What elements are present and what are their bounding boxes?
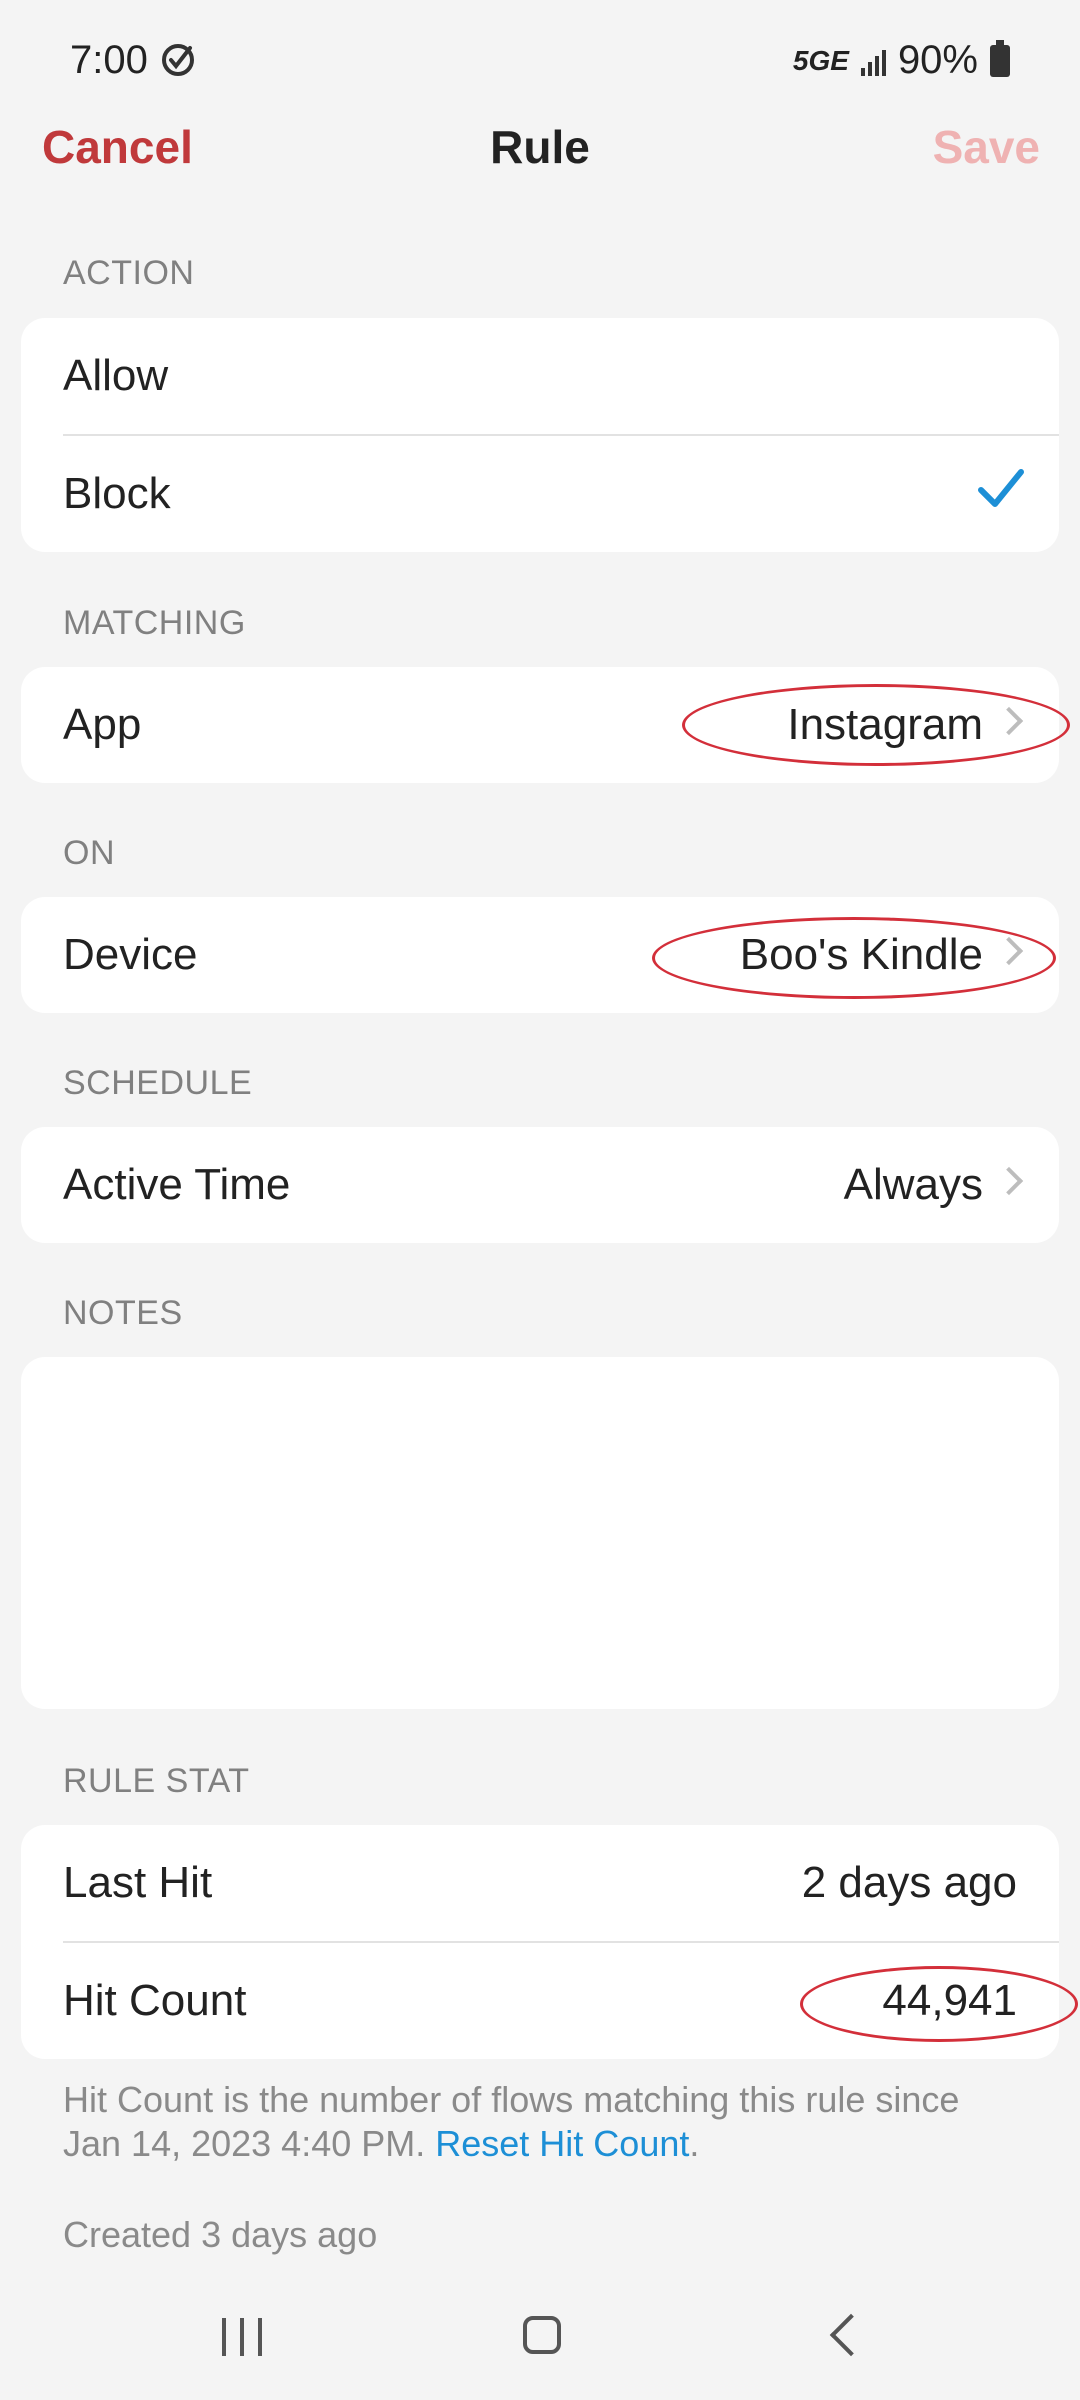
action-option-label: Allow	[63, 351, 169, 400]
signal-icon	[860, 46, 886, 76]
annotation-circle-hit-count	[800, 1966, 1078, 2042]
action-option-block[interactable]: Block	[21, 436, 1059, 552]
footnote-end: .	[689, 2123, 700, 2164]
save-button[interactable]: Save	[933, 120, 1040, 174]
chevron-right-icon	[994, 1166, 1024, 1196]
back-icon[interactable]	[829, 2313, 873, 2357]
battery-percent: 90%	[897, 38, 978, 82]
home-icon[interactable]	[523, 2316, 561, 2354]
action-option-label: Block	[63, 469, 171, 518]
network-type: 5GE	[792, 44, 849, 76]
section-header-rule-stat: RULE STAT	[63, 1762, 250, 1800]
created-text: Created 3 days ago	[63, 2214, 378, 2255]
app-label: App	[63, 700, 142, 749]
last-hit-label: Last Hit	[63, 1858, 213, 1907]
last-hit-value: 2 days ago	[801, 1858, 1017, 1907]
active-time-row[interactable]: Active Time Always	[21, 1127, 1059, 1243]
action-option-allow[interactable]: Allow	[21, 318, 1059, 434]
action-card: Allow Block	[21, 318, 1059, 552]
notes-textarea[interactable]	[21, 1357, 1059, 1709]
schedule-card: Active Time Always	[21, 1127, 1059, 1243]
annotation-circle-device	[652, 917, 1056, 999]
active-time-label: Active Time	[63, 1160, 291, 1209]
annotation-circle-app	[682, 684, 1070, 766]
recent-apps-icon[interactable]	[222, 2318, 262, 2356]
section-header-on: ON	[63, 834, 115, 872]
status-indicators: 5GE 90%	[793, 38, 1010, 83]
section-header-notes: NOTES	[63, 1294, 183, 1332]
battery-icon	[990, 39, 1010, 77]
hit-count-label: Hit Count	[63, 1976, 247, 2025]
section-header-action: ACTION	[63, 254, 195, 292]
active-time-value: Always	[843, 1160, 983, 1209]
cancel-button[interactable]: Cancel	[42, 120, 193, 174]
checkmark-icon	[978, 469, 1024, 507]
section-header-matching: MATCHING	[63, 604, 246, 642]
check-circle-icon	[162, 44, 194, 76]
reset-hit-count-link[interactable]: Reset Hit Count	[435, 2123, 689, 2164]
last-hit-row: Last Hit 2 days ago	[21, 1825, 1059, 1941]
section-header-schedule: SCHEDULE	[63, 1064, 253, 1102]
device-label: Device	[63, 930, 198, 979]
hit-count-footnote: Hit Count is the number of flows matchin…	[63, 2078, 1023, 2166]
status-time: 7:00	[70, 38, 148, 82]
